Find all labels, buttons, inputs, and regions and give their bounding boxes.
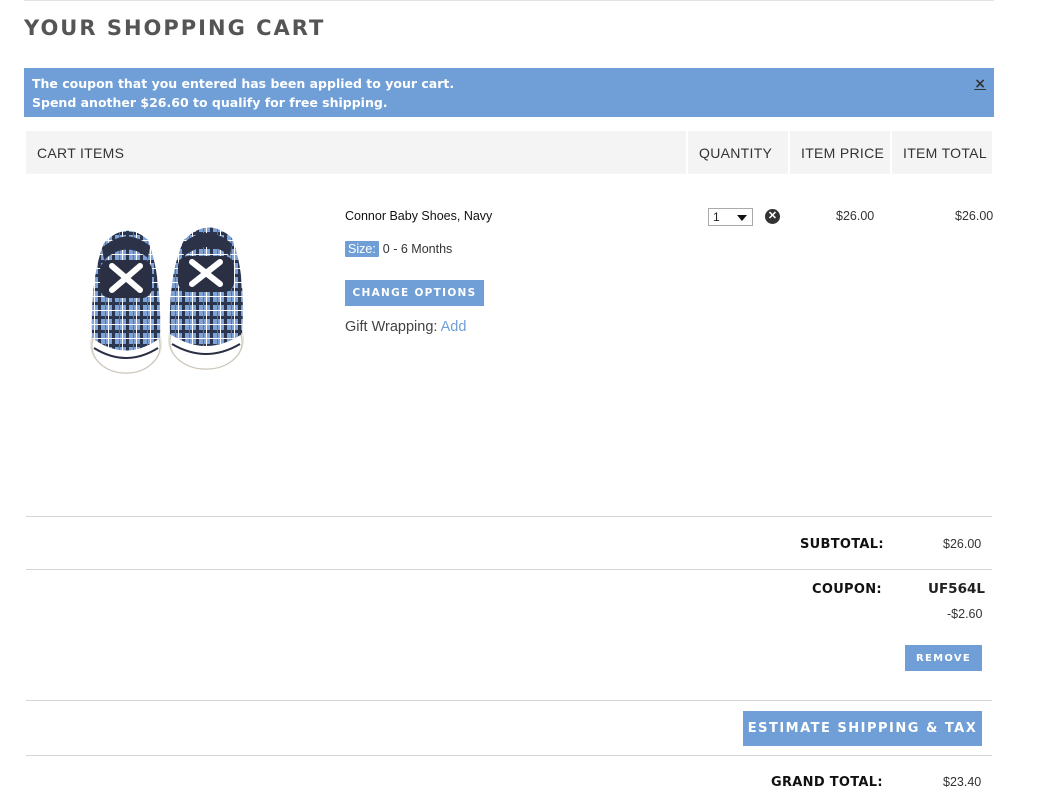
- subtotal-label: SUBTOTAL:: [800, 537, 884, 552]
- remove-coupon-button[interactable]: REMOVE: [905, 645, 982, 671]
- gift-wrapping-add-link[interactable]: Add: [441, 319, 467, 335]
- divider: [26, 569, 992, 570]
- divider: [26, 700, 992, 701]
- header-item-total: ITEM TOTAL: [892, 131, 992, 174]
- notice-line-1: The coupon that you entered has been app…: [32, 76, 455, 91]
- size-row: Size: 0 - 6 Months: [345, 241, 452, 257]
- gift-wrapping-label: Gift Wrapping:: [345, 319, 441, 335]
- coupon-notice: The coupon that you entered has been app…: [24, 68, 994, 117]
- page-title: YOUR SHOPPING CART: [24, 16, 326, 40]
- chevron-down-icon: [737, 215, 747, 221]
- item-price: $26.00: [836, 209, 875, 223]
- estimate-shipping-button[interactable]: ESTIMATE SHIPPING & TAX: [743, 711, 982, 746]
- gift-wrapping-row: Gift Wrapping: Add: [345, 319, 466, 335]
- coupon-code: UF564L: [928, 581, 985, 597]
- item-total: $26.00: [955, 209, 994, 223]
- coupon-discount: -$2.60: [947, 607, 983, 621]
- divider: [26, 755, 992, 756]
- change-options-button[interactable]: CHANGE OPTIONS: [345, 280, 484, 306]
- grand-total-value: $23.40: [943, 775, 982, 789]
- header-quantity: QUANTITY: [688, 131, 788, 174]
- size-label: Size:: [345, 241, 379, 257]
- product-image[interactable]: [84, 218, 254, 384]
- grand-total-label: GRAND TOTAL:: [771, 775, 883, 790]
- coupon-label: COUPON:: [812, 582, 882, 597]
- header-cart-items: CART ITEMS: [26, 131, 686, 174]
- size-value: 0 - 6 Months: [382, 242, 453, 256]
- header-item-price: ITEM PRICE: [790, 131, 890, 174]
- top-divider: [24, 0, 994, 1]
- quantity-select[interactable]: 1: [708, 208, 753, 226]
- divider: [26, 516, 992, 517]
- subtotal-value: $26.00: [943, 537, 982, 551]
- remove-item-icon[interactable]: ✕: [765, 209, 780, 224]
- close-icon[interactable]: ×: [974, 76, 986, 92]
- quantity-value: 1: [713, 210, 720, 224]
- product-name[interactable]: Connor Baby Shoes, Navy: [345, 209, 492, 223]
- notice-line-2: Spend another $26.60 to qualify for free…: [32, 95, 388, 110]
